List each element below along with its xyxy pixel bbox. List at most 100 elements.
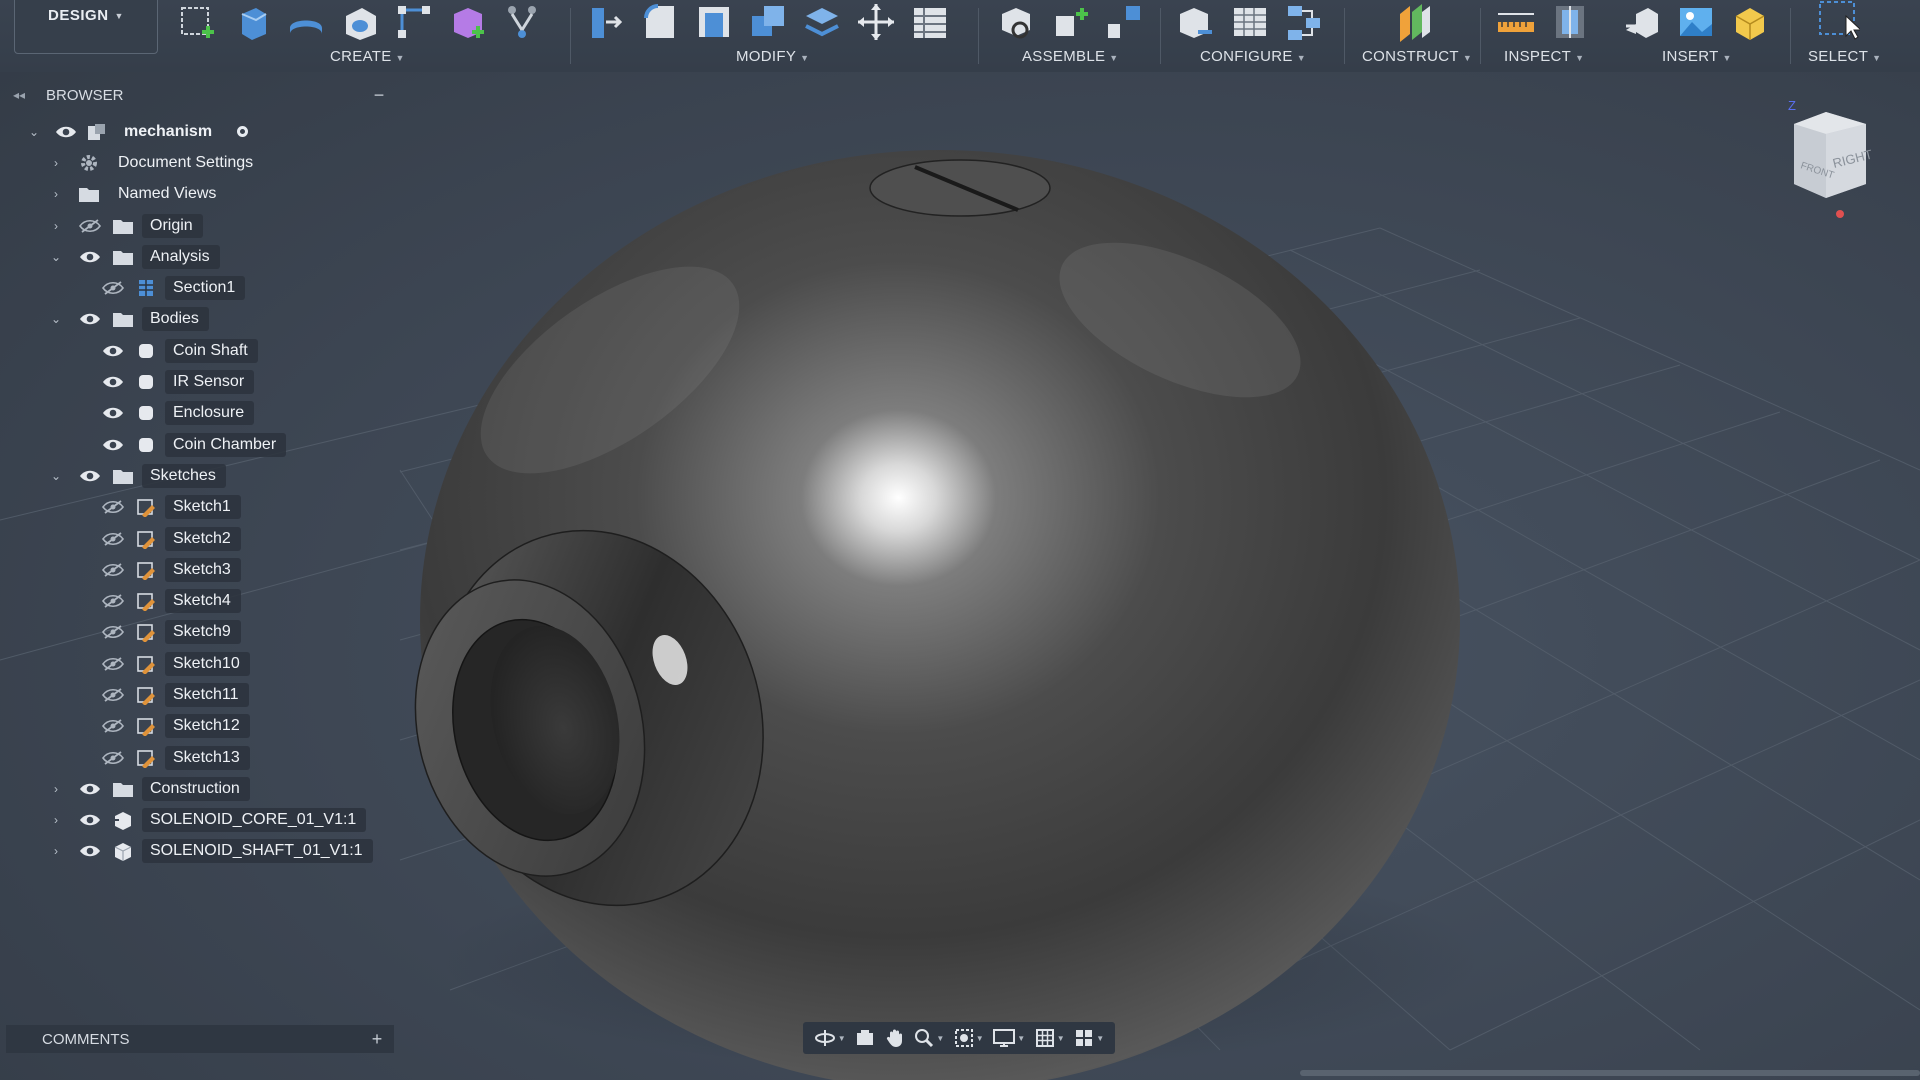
tree-item[interactable]: Sketch10 bbox=[0, 648, 400, 679]
viewports-button[interactable]: ▼ bbox=[1074, 1028, 1104, 1048]
chevron-down-icon[interactable]: ⌄ bbox=[48, 312, 64, 326]
chevron-down-icon[interactable]: ⌄ bbox=[48, 469, 64, 483]
pan-button[interactable] bbox=[885, 1028, 905, 1048]
visibility-eye-icon[interactable] bbox=[101, 373, 125, 391]
visibility-eye-icon[interactable] bbox=[101, 592, 125, 610]
visibility-eye-icon[interactable] bbox=[101, 623, 125, 641]
tree-item[interactable]: › Origin bbox=[0, 210, 400, 241]
grid-snaps-button[interactable]: ▼ bbox=[1035, 1028, 1065, 1048]
new-component-icon[interactable] bbox=[994, 0, 1038, 44]
chevron-right-icon[interactable]: › bbox=[48, 187, 64, 201]
add-comment-button[interactable]: + bbox=[360, 1029, 394, 1050]
combine-icon[interactable] bbox=[746, 0, 790, 44]
tree-item[interactable]: Sketch9 bbox=[0, 617, 400, 648]
offset-face-icon[interactable] bbox=[800, 0, 844, 44]
visibility-eye-icon[interactable] bbox=[78, 217, 102, 235]
create-menu[interactable]: CREATE ▼ bbox=[330, 48, 405, 65]
section-analysis-icon[interactable] bbox=[1548, 0, 1592, 44]
tree-item[interactable]: Sketch11 bbox=[0, 679, 400, 710]
tree-item[interactable]: Coin Shaft bbox=[0, 335, 400, 366]
tree-item[interactable]: › Document Settings bbox=[0, 147, 400, 178]
construct-menu[interactable]: CONSTRUCT ▼ bbox=[1362, 48, 1472, 65]
visibility-eye-icon[interactable] bbox=[54, 123, 78, 141]
tree-item[interactable]: › Named Views bbox=[0, 179, 400, 210]
visibility-eye-icon[interactable] bbox=[101, 404, 125, 422]
tree-item[interactable]: Sketch4 bbox=[0, 585, 400, 616]
fork-icon[interactable] bbox=[500, 0, 544, 44]
configuration-table-icon[interactable] bbox=[1228, 0, 1272, 44]
chevron-down-icon[interactable]: ⌄ bbox=[48, 250, 64, 264]
tree-root-mechanism[interactable]: ⌄ mechanism bbox=[0, 116, 400, 147]
chevron-right-icon[interactable]: › bbox=[48, 219, 64, 233]
tree-item[interactable]: Sketch3 bbox=[0, 554, 400, 585]
active-component-radio-icon[interactable] bbox=[237, 126, 248, 138]
visibility-eye-icon[interactable] bbox=[78, 842, 102, 860]
look-at-button[interactable] bbox=[855, 1029, 875, 1047]
tree-item[interactable]: Coin Chamber bbox=[0, 429, 400, 460]
visibility-eye-icon[interactable] bbox=[78, 780, 102, 798]
select-menu[interactable]: SELECT ▼ bbox=[1808, 48, 1881, 65]
tree-item[interactable]: Sketch12 bbox=[0, 711, 400, 742]
select-cursor-icon[interactable] bbox=[1816, 0, 1860, 44]
fit-button[interactable]: ▼ bbox=[954, 1028, 984, 1048]
workspace-switcher[interactable]: DESIGN ▼ bbox=[14, 0, 158, 54]
tree-item[interactable]: IR Sensor bbox=[0, 366, 400, 397]
tree-item[interactable]: ⌄ Bodies bbox=[0, 304, 400, 335]
fillet-icon[interactable] bbox=[638, 0, 682, 44]
offset-plane-icon[interactable] bbox=[1392, 0, 1436, 44]
configure-menu[interactable]: CONFIGURE ▼ bbox=[1200, 48, 1306, 65]
collapse-panel-icon[interactable]: ◂◂ bbox=[6, 88, 32, 102]
press-pull-icon[interactable] bbox=[584, 0, 628, 44]
revolve-icon[interactable] bbox=[284, 0, 328, 44]
tree-item[interactable]: Sketch1 bbox=[0, 492, 400, 523]
measure-icon[interactable] bbox=[1494, 0, 1538, 44]
modify-menu[interactable]: MODIFY ▼ bbox=[736, 48, 809, 65]
insert-mesh-icon[interactable] bbox=[1728, 0, 1772, 44]
insert-menu[interactable]: INSERT ▼ bbox=[1662, 48, 1732, 65]
chevron-down-icon[interactable]: ⌄ bbox=[26, 125, 42, 139]
visibility-eye-icon[interactable] bbox=[101, 561, 125, 579]
chevron-right-icon[interactable]: › bbox=[48, 782, 64, 796]
visibility-eye-icon[interactable] bbox=[78, 811, 102, 829]
visibility-eye-icon[interactable] bbox=[101, 530, 125, 548]
tree-item[interactable]: › Construction bbox=[0, 773, 400, 804]
tree-item[interactable]: › SOLENOID_CORE_01_V1:1 bbox=[0, 805, 400, 836]
tree-item[interactable]: › SOLENOID_SHAFT_01_V1:1 bbox=[0, 836, 400, 867]
tree-item[interactable]: Enclosure bbox=[0, 398, 400, 429]
move-copy-icon[interactable] bbox=[854, 0, 898, 44]
as-built-joint-icon[interactable] bbox=[1102, 0, 1146, 44]
visibility-eye-icon[interactable] bbox=[101, 749, 125, 767]
chevron-right-icon[interactable]: › bbox=[48, 156, 64, 170]
shell-icon[interactable] bbox=[692, 0, 736, 44]
create-form-icon[interactable] bbox=[446, 0, 490, 44]
rectangular-pattern-icon[interactable] bbox=[392, 0, 436, 44]
joint-icon[interactable] bbox=[1048, 0, 1092, 44]
hole-icon[interactable] bbox=[338, 0, 382, 44]
visibility-eye-icon[interactable] bbox=[101, 279, 125, 297]
visibility-eye-icon[interactable] bbox=[101, 686, 125, 704]
orbit-button[interactable]: ▼ bbox=[814, 1029, 846, 1047]
tree-item[interactable]: ⌄ Sketches bbox=[0, 460, 400, 491]
change-parameters-icon[interactable] bbox=[908, 0, 952, 44]
canvas-icon[interactable] bbox=[1674, 0, 1718, 44]
visibility-eye-icon[interactable] bbox=[101, 342, 125, 360]
horizontal-scrollbar[interactable] bbox=[1300, 1070, 1920, 1076]
assemble-menu[interactable]: ASSEMBLE ▼ bbox=[1022, 48, 1119, 65]
view-cube[interactable]: Z FRONT RIGHT bbox=[1780, 96, 1900, 226]
chevron-right-icon[interactable]: › bbox=[48, 813, 64, 827]
visibility-eye-icon[interactable] bbox=[101, 655, 125, 673]
visibility-eye-icon[interactable] bbox=[78, 248, 102, 266]
chevron-right-icon[interactable]: › bbox=[48, 844, 64, 858]
visibility-eye-icon[interactable] bbox=[78, 467, 102, 485]
tree-item[interactable]: ⌄ Analysis bbox=[0, 241, 400, 272]
inspect-menu[interactable]: INSPECT ▼ bbox=[1504, 48, 1584, 65]
tree-item[interactable]: Sketch13 bbox=[0, 742, 400, 773]
insert-derive-icon[interactable] bbox=[1620, 0, 1664, 44]
display-settings-button[interactable]: ▼ bbox=[993, 1028, 1025, 1048]
configuration-rules-icon[interactable] bbox=[1282, 0, 1326, 44]
create-sketch-icon[interactable] bbox=[176, 0, 220, 44]
visibility-eye-icon[interactable] bbox=[78, 310, 102, 328]
tree-item[interactable]: Sketch2 bbox=[0, 523, 400, 554]
configure-model-icon[interactable] bbox=[1174, 0, 1218, 44]
visibility-eye-icon[interactable] bbox=[101, 498, 125, 516]
